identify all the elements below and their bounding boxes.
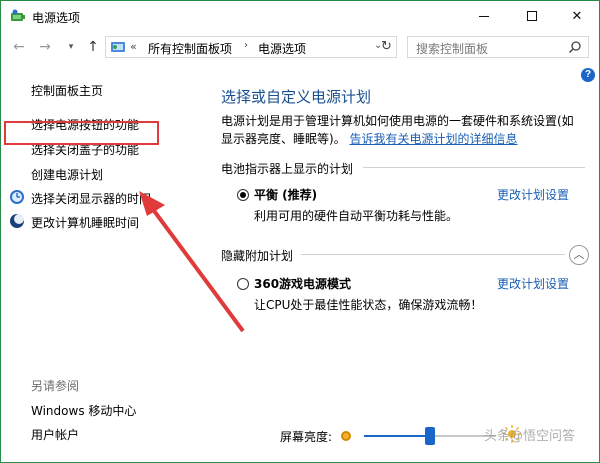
close-button[interactable]: ✕ (554, 1, 599, 31)
breadcrumb-power-options[interactable]: 电源选项 (258, 40, 306, 57)
sidebar-item-sleep-time[interactable]: 更改计算机睡眠时间 (31, 214, 139, 231)
search-icon[interactable] (568, 40, 582, 54)
maximize-icon (527, 11, 537, 21)
window-title: 电源选项 (32, 11, 81, 25)
game-plan-name[interactable]: 360游戏电源模式 (254, 275, 351, 292)
search-placeholder: 搜索控制面板 (416, 42, 489, 56)
help-icon[interactable]: ? (581, 68, 595, 82)
balanced-plan-name[interactable]: 平衡 (推荐) (254, 186, 317, 203)
sidebar-item-create-power-plan[interactable]: 创建电源计划 (31, 166, 103, 183)
breadcrumb-separator[interactable]: › (244, 40, 248, 51)
maximize-button[interactable] (509, 1, 555, 31)
hidden-plans-header[interactable]: 隐藏附加计划 (221, 247, 293, 264)
balanced-change-settings-link[interactable]: 更改计划设置 (497, 186, 569, 203)
up-button[interactable]: ↑ (85, 39, 101, 55)
sleep-moon-icon (10, 214, 24, 228)
power-options-window: 电源选项 ✕ ← → ▾ ↑ « 所有控制面板项 › 电源选项 ⌄ ↻ 搜索控制… (0, 0, 600, 463)
brightness-label: 屏幕亮度: (280, 430, 333, 444)
recent-locations-button[interactable]: ▾ (63, 39, 79, 55)
game-change-settings-link[interactable]: 更改计划设置 (497, 275, 569, 292)
display-off-icon (10, 190, 24, 204)
battery-meter-plans-header: 电池指示器上显示的计划 (221, 162, 354, 176)
brightness-slider-fill (364, 435, 430, 437)
divider (363, 167, 585, 168)
refresh-button[interactable]: ↻ (377, 36, 397, 58)
address-bar[interactable]: « 所有控制面板项 › 电源选项 ⌄ (105, 36, 397, 58)
brightness-slider-thumb[interactable] (425, 427, 435, 445)
search-input[interactable]: 搜索控制面板 (407, 36, 589, 58)
page-description: 电源计划是用于管理计算机如何使用电源的一套硬件和系统设置(如显示器亮度、睡眠等)… (221, 112, 583, 148)
title-bar: 电源选项 ✕ (1, 1, 599, 32)
watermark-text: 头条@悟空问答 (484, 429, 576, 444)
balanced-plan-radio[interactable] (237, 189, 249, 201)
game-plan-radio[interactable] (237, 278, 249, 290)
brightness-low-icon (341, 431, 351, 441)
see-also-heading: 另请参阅 (31, 379, 80, 393)
page-title: 选择或自定义电源计划 (221, 88, 372, 106)
game-plan-description: 让CPU处于最佳性能状态，确保游戏流畅！ (254, 298, 483, 312)
minimize-icon (479, 15, 489, 17)
annotation-highlight-box (4, 121, 159, 145)
control-panel-icon (111, 42, 125, 52)
divider (301, 254, 565, 255)
forward-button[interactable]: → (37, 39, 53, 55)
minimize-button[interactable] (461, 1, 507, 31)
back-button[interactable]: ← (11, 39, 27, 55)
close-icon: ✕ (571, 8, 583, 24)
sidebar-item-display-off-time[interactable]: 选择关闭显示器的时间 (31, 190, 151, 207)
address-overflow-chevron[interactable]: « (130, 40, 137, 53)
control-panel-home-link[interactable]: 控制面板主页 (31, 82, 103, 99)
breadcrumb-all-control-panel-items[interactable]: 所有控制面板项 (148, 40, 232, 57)
collapse-chevron-icon[interactable]: ︿ (569, 245, 589, 265)
power-options-icon (11, 9, 25, 21)
see-also-user-accounts-link[interactable]: 用户帐户 (31, 426, 79, 443)
see-also-mobility-center-link[interactable]: Windows 移动中心 (31, 402, 136, 419)
power-plan-info-link[interactable]: 告诉我有关电源计划的详细信息 (350, 132, 518, 146)
address-row: ← → ▾ ↑ « 所有控制面板项 › 电源选项 ⌄ ↻ 搜索控制面板 (1, 32, 599, 64)
balanced-plan-description: 利用可用的硬件自动平衡功耗与性能。 (254, 209, 459, 223)
